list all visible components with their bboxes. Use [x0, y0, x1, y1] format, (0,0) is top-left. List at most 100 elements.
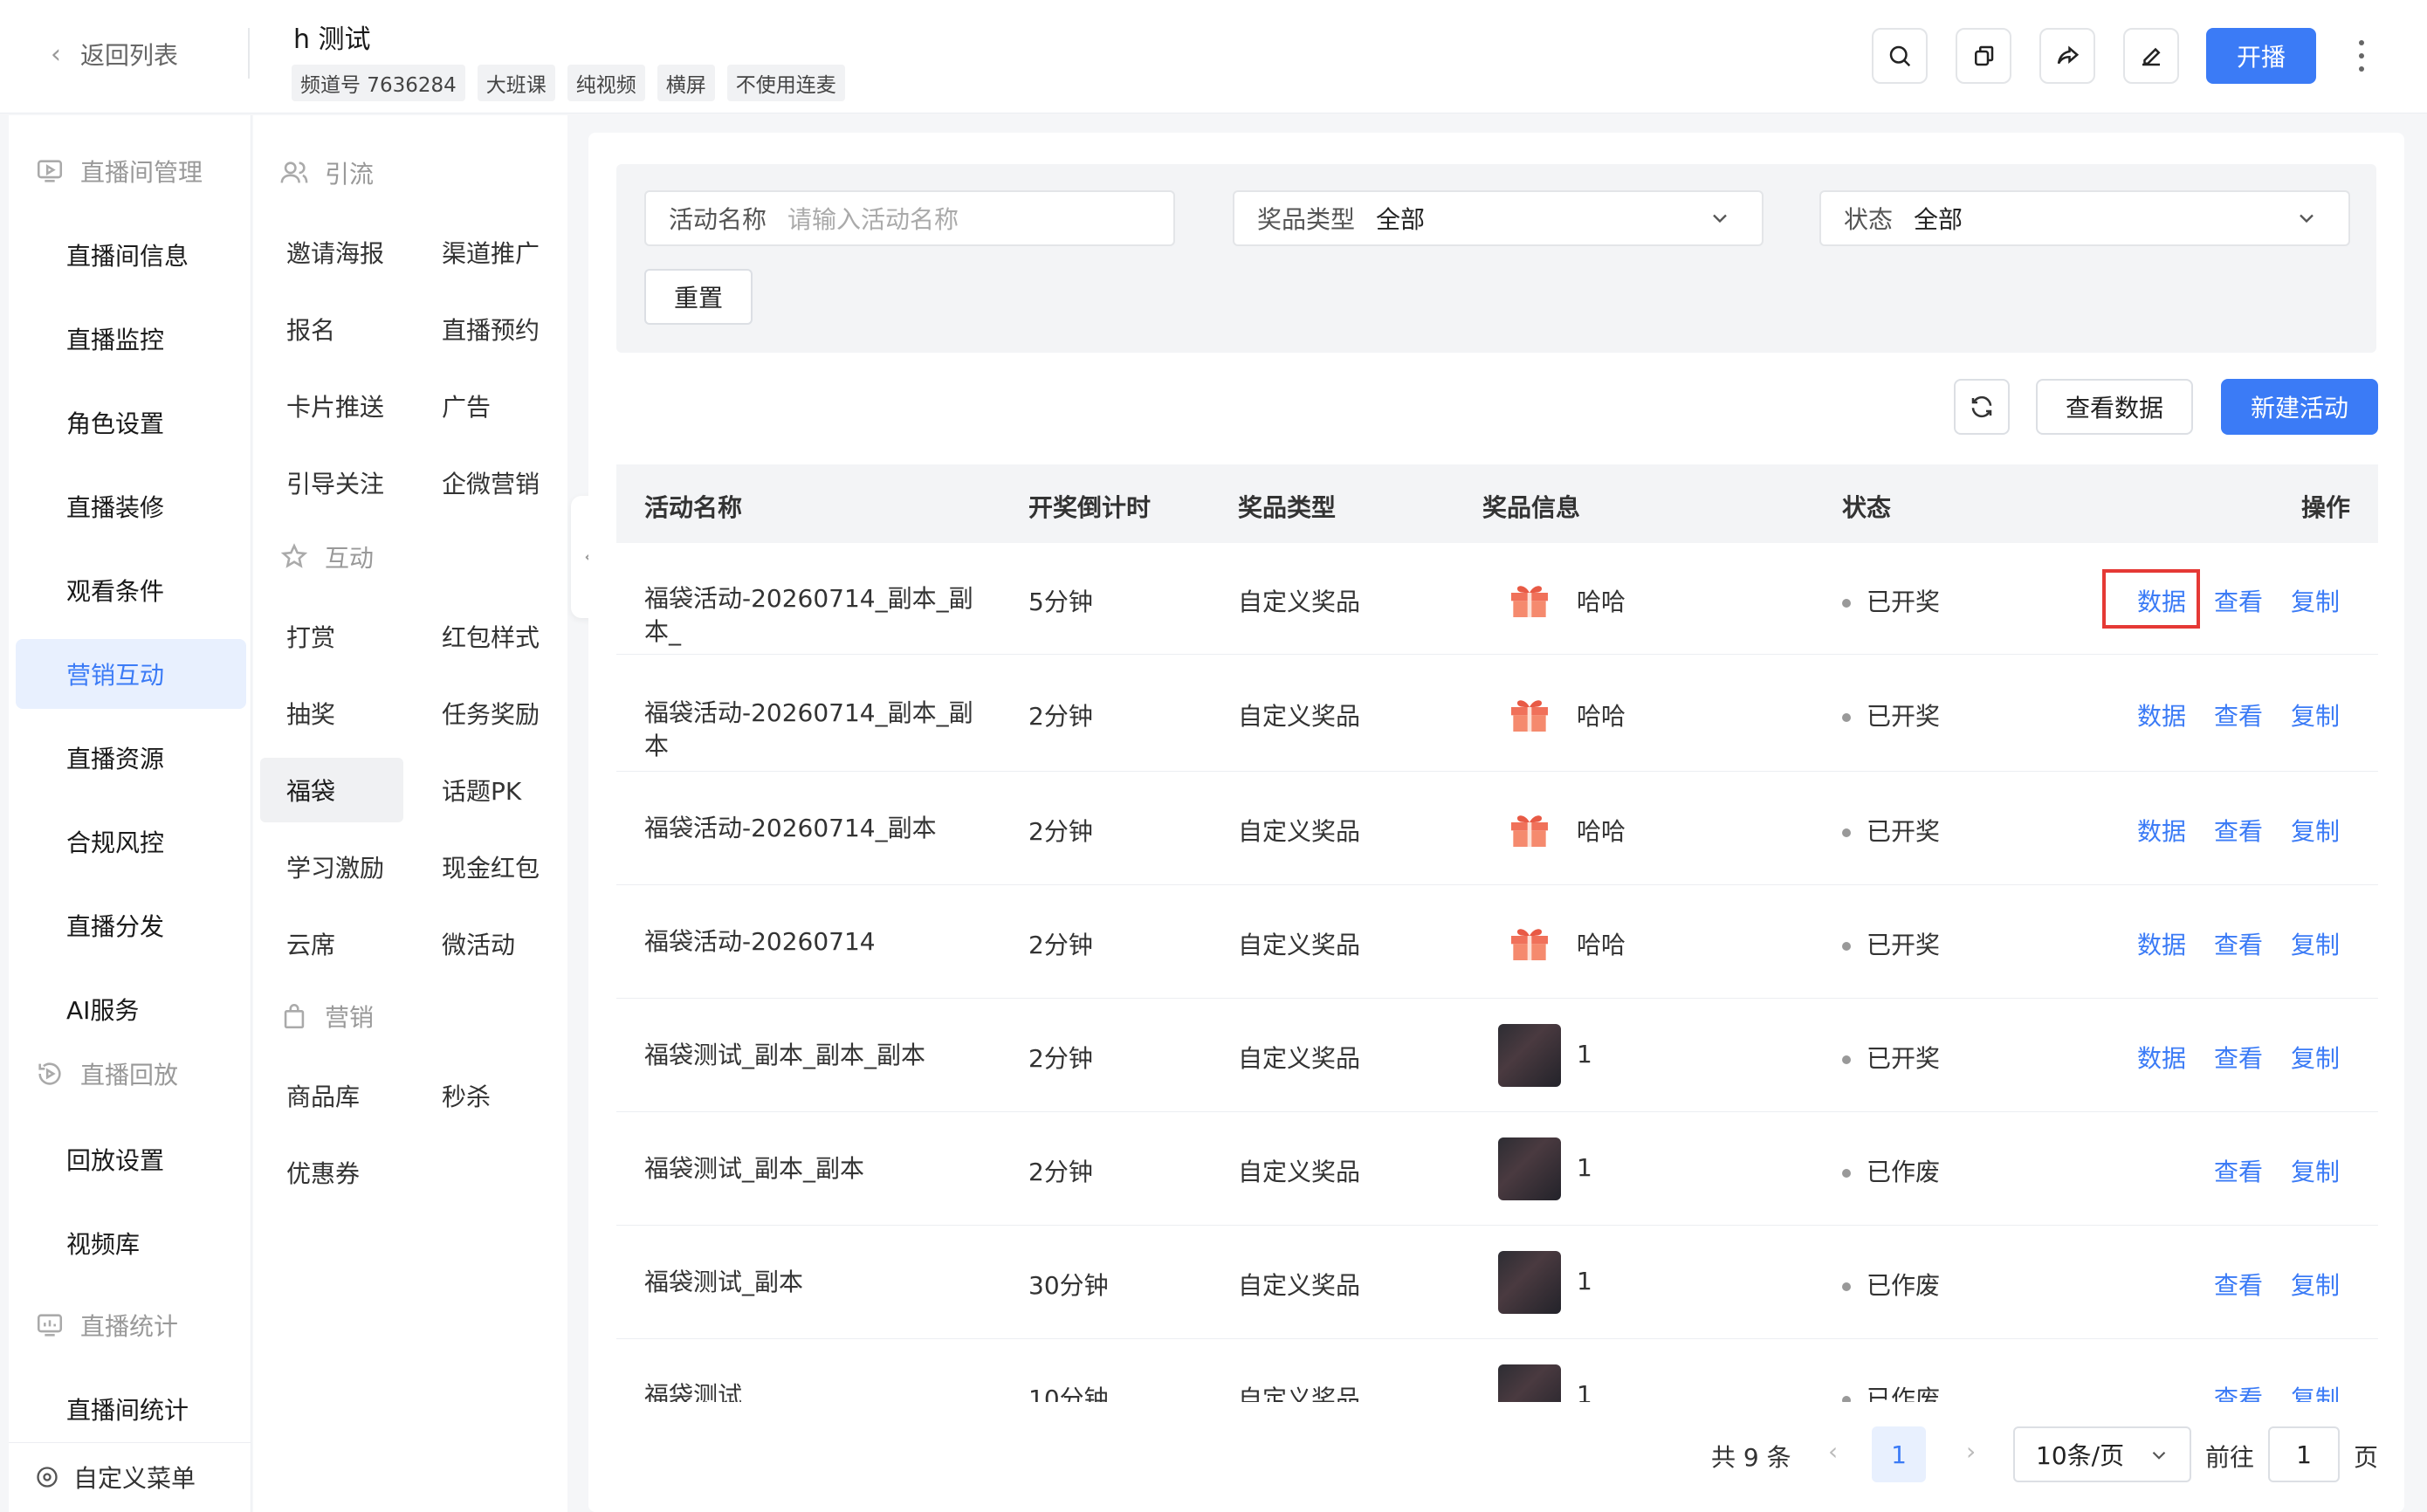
reset-button[interactable]: 重置 [644, 269, 753, 325]
copy-link[interactable]: 复制 [2291, 1040, 2340, 1075]
sidebar-item-decoration[interactable]: 直播装修 [9, 471, 244, 541]
subnav-item-ads[interactable]: 广告 [416, 374, 559, 438]
sidebar-item-room-stats[interactable]: 直播间统计 [9, 1374, 244, 1444]
view-link[interactable]: 查看 [2214, 926, 2263, 961]
view-data-button[interactable]: 查看数据 [2036, 379, 2193, 435]
gift-icon [1498, 797, 1561, 860]
replay-icon [38, 1062, 61, 1085]
copy-link[interactable]: 复制 [2291, 926, 2340, 961]
more-icon[interactable] [2348, 35, 2375, 77]
copy-link[interactable]: 复制 [2291, 698, 2340, 732]
copy-link[interactable]: 复制 [2291, 1380, 2340, 1402]
sidebar-item-room-info[interactable]: 直播间信息 [9, 220, 244, 290]
view-link[interactable]: 查看 [2214, 583, 2263, 618]
data-link[interactable]: 数据 [2137, 698, 2186, 732]
status-text: 已开奖 [1867, 588, 1941, 616]
view-link[interactable]: 查看 [2214, 1380, 2263, 1402]
share-button[interactable] [2039, 28, 2095, 84]
sidebar-item-ai[interactable]: AI服务 [9, 974, 244, 1044]
status-dot-icon [1842, 1055, 1851, 1064]
subnav-item-cash-redpacket[interactable]: 现金红包 [416, 835, 559, 899]
sidebar-item-roles[interactable]: 角色设置 [9, 388, 244, 457]
sidebar-item-distribution[interactable]: 直播分发 [9, 890, 244, 960]
edit-button[interactable] [2123, 28, 2179, 84]
view-link[interactable]: 查看 [2214, 1040, 2263, 1075]
status-dot-icon [1842, 599, 1851, 608]
channel-title: h 测试 [293, 24, 371, 55]
custom-menu-button[interactable]: 自定义菜单 [35, 1460, 196, 1495]
refresh-button[interactable] [1954, 379, 2010, 435]
subnav-item-tip[interactable]: 打赏 [260, 604, 403, 669]
prev-page-icon[interactable]: ‹ [1828, 1437, 1838, 1466]
data-link[interactable]: 数据 [2137, 813, 2186, 848]
status-select[interactable]: 状态 全部 [1819, 190, 2350, 246]
subnav-item-wecom[interactable]: 企微营销 [416, 450, 559, 515]
total-count: 共 9 条 [1711, 1443, 1791, 1472]
prize-type: 自定义奖品 [1238, 1044, 1361, 1073]
page-number-current[interactable]: 1 [1872, 1426, 1926, 1482]
prize-type-select[interactable]: 奖品类型 全部 [1233, 190, 1764, 246]
view-link[interactable]: 查看 [2214, 813, 2263, 848]
sidebar-item-monitor[interactable]: 直播监控 [9, 304, 244, 374]
status-cell: 已开奖 [1842, 583, 1940, 618]
subnav-item-channel-promo[interactable]: 渠道推广 [416, 220, 559, 285]
subnav-item-product-library[interactable]: 商品库 [260, 1063, 403, 1128]
sidebar-item-resources[interactable]: 直播资源 [9, 723, 244, 793]
users-icon [280, 162, 308, 183]
copy-button[interactable] [1956, 28, 2011, 84]
search-button[interactable] [1872, 28, 1928, 84]
sidebar-item-replay-settings[interactable]: 回放设置 [9, 1124, 244, 1194]
view-link[interactable]: 查看 [2214, 1153, 2263, 1188]
status-label: 状态 [1844, 205, 1894, 234]
subnav-item-reservation[interactable]: 直播预约 [416, 297, 559, 361]
activity-name-filter[interactable]: 活动名称 请输入活动名称 [644, 190, 1175, 246]
subnav-item-task-reward[interactable]: 任务奖励 [416, 681, 559, 746]
activity-name: 福袋活动-20260714_副本_副本_ [644, 584, 973, 646]
status-cell: 已开奖 [1842, 813, 1940, 848]
view-link[interactable]: 查看 [2214, 698, 2263, 732]
countdown: 2分钟 [1028, 817, 1093, 846]
start-live-button[interactable]: 开播 [2206, 28, 2316, 84]
channel-tag: 纯视频 [567, 65, 645, 101]
view-link[interactable]: 查看 [2214, 1267, 2263, 1302]
page-size-select[interactable]: 10条/页 [2013, 1426, 2191, 1482]
sidebar-item-video-library[interactable]: 视频库 [9, 1208, 244, 1278]
status-text: 已开奖 [1867, 1044, 1941, 1073]
table-header: 活动名称 开奖倒计时 奖品类型 奖品信息 状态 操作 [616, 464, 2378, 543]
data-link[interactable]: 数据 [2137, 1040, 2186, 1075]
sidebar-group-stats: 直播统计 [35, 1308, 178, 1343]
copy-link[interactable]: 复制 [2291, 813, 2340, 848]
copy-link[interactable]: 复制 [2291, 583, 2340, 618]
sidebar-item-compliance[interactable]: 合规风控 [9, 807, 244, 876]
subnav-item-coupon[interactable]: 优惠券 [260, 1140, 403, 1205]
status-text: 已作废 [1867, 1158, 1941, 1186]
subnav-item-card-push[interactable]: 卡片推送 [260, 374, 403, 438]
subnav-item-signup[interactable]: 报名 [260, 297, 403, 361]
copy-link[interactable]: 复制 [2291, 1153, 2340, 1188]
activity-name-input[interactable]: 请输入活动名称 [787, 201, 959, 236]
prize-type: 自定义奖品 [1238, 931, 1361, 959]
subnav-item-follow[interactable]: 引导关注 [260, 450, 403, 515]
refresh-icon [1971, 395, 1992, 418]
new-activity-button[interactable]: 新建活动 [2221, 379, 2378, 435]
sidebar-item-watch-conditions[interactable]: 观看条件 [9, 555, 244, 625]
subnav-item-lottery[interactable]: 抽奖 [260, 681, 403, 746]
data-link[interactable]: 数据 [2137, 926, 2186, 961]
subnav-item-micro-activity[interactable]: 微活动 [416, 911, 559, 976]
subnav-item-redpacket-style[interactable]: 红包样式 [416, 604, 559, 669]
subnav-item-topic-pk[interactable]: 话题PK [416, 758, 559, 822]
subnav-item-invite-poster[interactable]: 邀请海报 [260, 220, 403, 285]
prize-type-value: 全部 [1376, 205, 1426, 234]
subnav-item-study-incentive[interactable]: 学习激励 [260, 835, 403, 899]
status-text: 已作废 [1867, 1271, 1941, 1300]
search-icon [1889, 45, 1911, 67]
back-to-list-link[interactable]: ‹ 返回列表 [51, 37, 178, 72]
copy-link[interactable]: 复制 [2291, 1267, 2340, 1302]
goto-page-input[interactable]: 1 [2268, 1426, 2340, 1482]
subnav-item-lucky-bag[interactable]: 福袋 [260, 758, 403, 822]
next-page-icon[interactable]: › [1966, 1437, 1976, 1466]
star-icon [280, 543, 308, 568]
sidebar-item-marketing[interactable]: 营销互动 [16, 639, 246, 709]
subnav-item-flash-sale[interactable]: 秒杀 [416, 1063, 559, 1128]
subnav-item-cloud-seat[interactable]: 云席 [260, 911, 403, 976]
